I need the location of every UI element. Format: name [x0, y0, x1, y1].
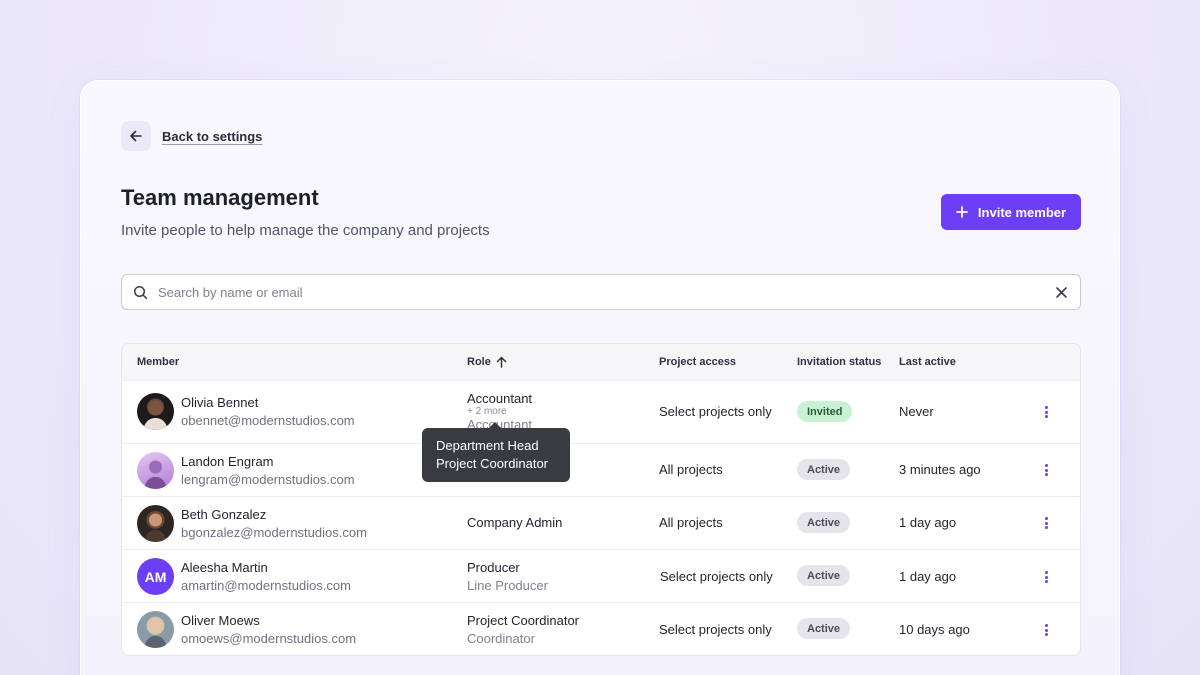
member-email: amartin@modernstudios.com: [181, 578, 351, 593]
last-active: 1 day ago: [899, 515, 957, 530]
column-header-invitation-status[interactable]: Invitation status: [797, 356, 881, 368]
page-subtitle: Invite people to help manage the company…: [121, 222, 490, 239]
member-email: omoews@modernstudios.com: [181, 631, 357, 646]
project-access: Select projects only: [659, 404, 772, 419]
member-name: Beth Gonzalez: [181, 507, 267, 522]
arrow-up-icon: [496, 356, 507, 368]
column-header-member[interactable]: Member: [137, 356, 179, 368]
status-badge: Active: [797, 565, 851, 586]
arrow-left-icon[interactable]: [121, 121, 151, 151]
member-role: Accountant: [467, 391, 533, 406]
avatar: [137, 452, 174, 489]
back-to-settings-label[interactable]: Back to settings: [162, 129, 262, 144]
member-role-sub: Coordinator: [467, 631, 535, 646]
status-badge: Active: [797, 512, 851, 533]
project-access: All projects: [659, 462, 723, 477]
project-access: Select projects only: [659, 622, 772, 637]
column-header-last-active[interactable]: Last active: [899, 356, 956, 368]
kebab-menu-icon[interactable]: [1040, 515, 1052, 531]
kebab-menu-icon[interactable]: [1040, 462, 1052, 478]
member-role: Company Admin: [467, 515, 563, 530]
column-header-role[interactable]: Role: [467, 356, 507, 368]
status-badge: Invited: [797, 401, 853, 422]
team-management-card: Back to settings Team management Invite …: [80, 80, 1120, 675]
invite-member-button[interactable]: Invite member: [941, 194, 1081, 230]
table-row[interactable]: Landon Engram lengram@modernstudios.com …: [122, 444, 1080, 497]
member-role: Producer: [467, 560, 520, 575]
member-name: Olivia Bennet: [181, 395, 259, 410]
status-badge: Active: [797, 618, 851, 639]
table-row[interactable]: AM Aleesha Martin amartin@modernstudios.…: [122, 550, 1080, 603]
kebab-menu-icon[interactable]: [1040, 569, 1052, 585]
last-active: 1 day ago: [899, 569, 957, 584]
member-role-sub: Line Producer: [467, 578, 548, 593]
member-email: bgonzalez@modernstudios.com: [181, 525, 367, 540]
search-input[interactable]: [158, 275, 1038, 309]
role-more-link[interactable]: + 2 more: [467, 406, 507, 417]
member-email: obennet@modernstudios.com: [181, 413, 355, 428]
avatar: [137, 393, 174, 430]
members-table: Member Role Project access Invitation st…: [121, 343, 1081, 656]
member-email: lengram@modernstudios.com: [181, 472, 355, 487]
search-icon: [133, 285, 148, 300]
member-name: Oliver Moews: [181, 613, 260, 628]
project-access: Select projects only: [660, 569, 773, 584]
back-to-settings-link[interactable]: Back to settings: [121, 121, 262, 151]
last-active: 3 minutes ago: [899, 462, 981, 477]
search-bar: [121, 274, 1081, 310]
tooltip-line: Project Coordinator: [436, 456, 548, 471]
kebab-menu-icon[interactable]: [1040, 622, 1052, 638]
kebab-menu-icon[interactable]: [1040, 404, 1052, 420]
close-icon[interactable]: [1055, 286, 1068, 299]
page-title: Team management: [121, 185, 319, 210]
member-role: Project Coordinator: [467, 613, 579, 628]
table-row[interactable]: Beth Gonzalez bgonzalez@modernstudios.co…: [122, 497, 1080, 550]
avatar: [137, 505, 174, 542]
plus-icon: [956, 206, 968, 218]
member-name: Aleesha Martin: [181, 560, 268, 575]
table-row[interactable]: Olivia Bennet obennet@modernstudios.com …: [122, 381, 1080, 444]
status-badge: Active: [797, 459, 851, 480]
role-tooltip: Department Head Project Coordinator: [422, 422, 570, 482]
last-active: Never: [899, 404, 934, 419]
tooltip-line: Department Head: [436, 438, 539, 453]
avatar: AM: [137, 558, 174, 595]
table-row[interactable]: Oliver Moews omoews@modernstudios.com Pr…: [122, 603, 1080, 655]
avatar: [137, 611, 174, 648]
member-name: Landon Engram: [181, 454, 274, 469]
last-active: 10 days ago: [899, 622, 970, 637]
table-header: Member Role Project access Invitation st…: [122, 344, 1080, 381]
invite-member-label: Invite member: [977, 204, 1067, 220]
column-header-project-access[interactable]: Project access: [659, 356, 736, 368]
project-access: All projects: [659, 515, 723, 530]
